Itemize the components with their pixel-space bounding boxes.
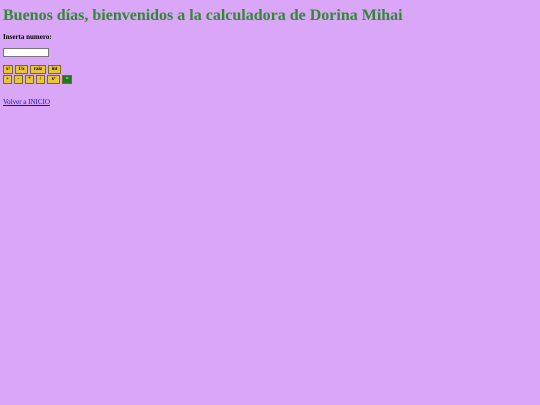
square-button[interactable]: x² [3,65,13,74]
operator-buttons-row: + - * / xʸ = [3,75,72,84]
power-button[interactable]: xʸ [47,75,60,84]
number-input-label: Inserta numero: [3,33,52,41]
equals-button[interactable]: = [62,75,72,84]
number-input[interactable] [3,48,49,57]
calculator-page: Buenos días, bienvenidos a la calculador… [0,0,540,405]
subtract-button[interactable]: - [14,75,23,84]
function-buttons-row: x² 1/x raiz int [3,65,61,74]
divide-button[interactable]: / [36,75,45,84]
reciprocal-button[interactable]: 1/x [15,65,28,74]
back-to-home-link[interactable]: Volver a INICIO [3,98,50,106]
page-title: Buenos días, bienvenidos a la calculador… [3,7,403,24]
sqrt-button[interactable]: raiz [30,65,46,74]
int-button[interactable]: int [48,65,61,74]
multiply-button[interactable]: * [25,75,34,84]
add-button[interactable]: + [3,75,12,84]
